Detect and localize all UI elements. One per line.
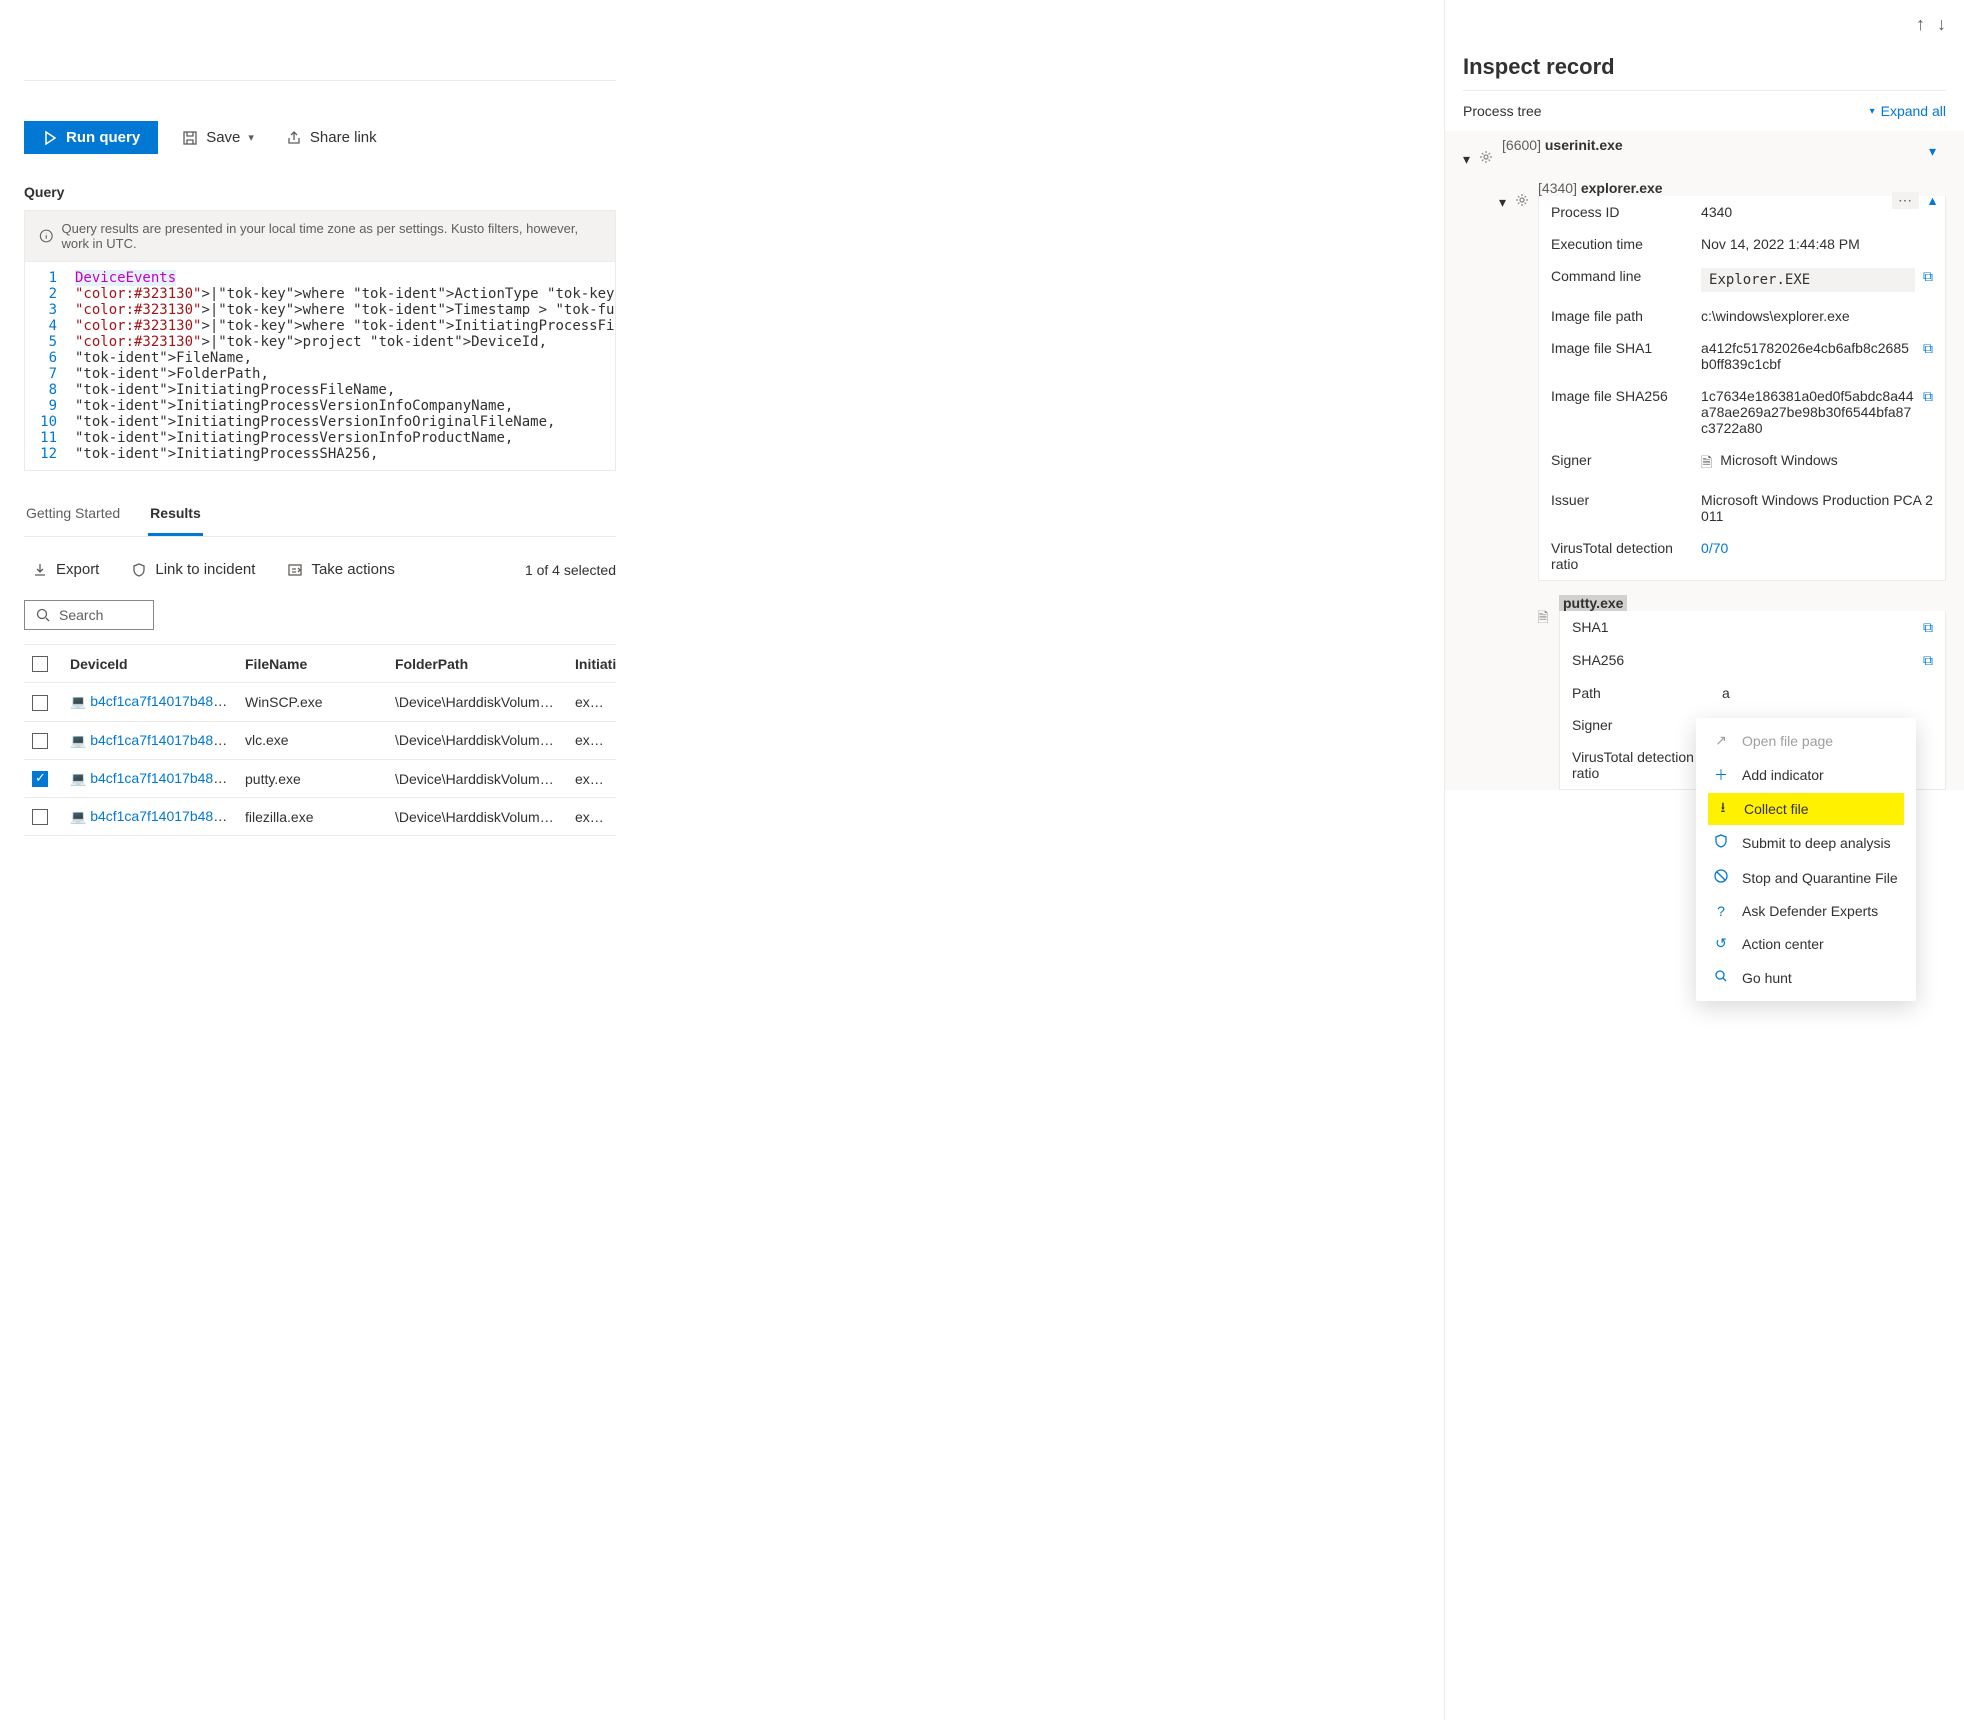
open-icon: ↗ <box>1712 732 1730 749</box>
page-icon: 🗎 <box>1701 452 1712 476</box>
menu-go-hunt[interactable]: Go hunt <box>1696 960 1916 995</box>
menu-open-file-page: ↗ Open file page <box>1696 724 1916 757</box>
device-link[interactable]: b4cf1ca7f14017b48c… <box>90 693 234 709</box>
col-folderpath[interactable]: FolderPath <box>387 645 567 683</box>
table-row[interactable]: 💻b4cf1ca7f14017b48c… WinSCP.exe \Device\… <box>24 683 616 721</box>
hunt-icon <box>1712 968 1730 987</box>
tree-caret[interactable]: ▾ <box>1463 151 1470 168</box>
query-label: Query <box>24 184 616 200</box>
chevron-down-icon: ▾ <box>248 131 254 144</box>
menu-submit-deep-analysis[interactable]: Submit to deep analysis <box>1696 825 1916 860</box>
file-icon: 🗎 <box>1535 607 1551 631</box>
gear-icon <box>1478 149 1494 165</box>
table-row[interactable]: 💻b4cf1ca7f14017b48c… filezilla.exe \Devi… <box>24 798 616 836</box>
section-process-tree: Process tree <box>1463 103 1542 119</box>
tree-caret[interactable]: ▾ <box>1499 194 1506 211</box>
history-icon: ↺ <box>1712 935 1730 952</box>
menu-collect-file[interactable]: ⭳ Collect file <box>1708 793 1904 825</box>
run-query-button[interactable]: Run query <box>24 121 158 154</box>
menu-ask-defender[interactable]: ? Ask Defender Experts <box>1696 895 1916 927</box>
block-icon <box>1712 868 1730 887</box>
prev-record-icon[interactable]: ↑ <box>1916 14 1925 35</box>
process-details-explorer: Process ID4340 Execution timeNov 14, 202… <box>1538 196 1946 581</box>
virustotal-link[interactable]: 0/70 <box>1701 540 1728 556</box>
results-toolbar: Export Link to incident Take actions 1 o… <box>24 555 616 630</box>
menu-action-center[interactable]: ↺ Action center <box>1696 927 1916 960</box>
col-deviceid[interactable]: DeviceId <box>62 645 237 683</box>
next-record-icon[interactable]: ↓ <box>1937 14 1946 35</box>
device-link[interactable]: b4cf1ca7f14017b48c… <box>90 770 234 786</box>
copy-icon[interactable]: ⧉ <box>1923 388 1933 405</box>
tab-getting-started[interactable]: Getting Started <box>24 493 122 536</box>
process-node-userinit[interactable]: [6600] userinit.exe ▾ <box>1502 137 1946 153</box>
table-row[interactable]: 💻b4cf1ca7f14017b48c… putty.exe \Device\H… <box>24 759 616 797</box>
shield-icon <box>131 562 147 578</box>
share-link-button[interactable]: Share link <box>278 123 385 152</box>
selection-count: 1 of 4 selected <box>525 562 616 578</box>
process-node-explorer[interactable]: [4340] explorer.exe ⋯ ▴ <box>1538 180 1946 196</box>
info-banner: Query results are presented in your loca… <box>24 210 616 262</box>
chevron-up-icon[interactable]: ▴ <box>1929 192 1936 209</box>
copy-icon[interactable]: ⧉ <box>1923 268 1933 285</box>
chevron-down-icon[interactable]: ▾ <box>1929 143 1936 160</box>
take-actions-button[interactable]: Take actions <box>279 555 402 584</box>
menu-add-indicator[interactable]: ＋ Add indicator <box>1696 757 1916 793</box>
row-checkbox[interactable] <box>32 771 48 787</box>
shield-icon <box>1712 833 1730 852</box>
result-tabs: Getting Started Results <box>24 493 616 537</box>
menu-stop-quarantine[interactable]: Stop and Quarantine File <box>1696 860 1916 895</box>
download-icon <box>32 562 48 578</box>
row-checkbox[interactable] <box>32 733 48 749</box>
device-icon: 💻 <box>70 771 86 786</box>
more-icon[interactable]: ⋯ <box>1892 192 1919 209</box>
results-table: DeviceId FileName FolderPath Initiati 💻 b… <box>24 644 616 836</box>
toolbar: Run query Save ▾ Share link <box>24 121 616 154</box>
tab-results[interactable]: Results <box>148 493 203 536</box>
device-icon: 💻 <box>70 809 86 824</box>
device-link[interactable]: b4cf1ca7f14017b48c… <box>90 808 234 824</box>
panel-title: Inspect record <box>1463 54 1946 80</box>
copy-icon[interactable]: ⧉ <box>1923 340 1933 357</box>
link-incident-button[interactable]: Link to incident <box>123 555 263 584</box>
row-checkbox[interactable] <box>32 695 48 711</box>
search-icon <box>35 607 51 623</box>
info-icon <box>39 228 54 244</box>
device-link[interactable]: b4cf1ca7f14017b48c… <box>90 732 234 748</box>
table-row[interactable]: 💻b4cf1ca7f14017b48c… vlc.exe \Device\Har… <box>24 721 616 759</box>
device-icon: 💻 <box>70 733 86 748</box>
search-input[interactable]: Search <box>24 600 154 630</box>
plus-icon: ＋ <box>1712 765 1730 785</box>
process-node-putty[interactable]: putty.exe ⋯ ▴ <box>1559 595 1946 611</box>
chevron-down-icon: ▾ <box>1870 106 1875 117</box>
gear-icon <box>1514 192 1530 208</box>
save-icon <box>182 130 198 146</box>
save-button[interactable]: Save ▾ <box>174 123 262 152</box>
play-icon <box>42 130 58 146</box>
download-icon: ⭳ <box>1714 797 1732 821</box>
share-icon <box>286 130 302 146</box>
copy-icon[interactable]: ⧉ <box>1923 619 1933 636</box>
help-icon: ? <box>1712 903 1730 919</box>
export-button[interactable]: Export <box>24 555 107 584</box>
col-initiating[interactable]: Initiati <box>567 645 616 683</box>
copy-icon[interactable]: ⧉ <box>1923 652 1933 669</box>
code-editor[interactable]: 1DeviceEvents2"color:#323130">| "tok-key… <box>24 262 616 471</box>
actions-icon <box>287 562 303 578</box>
col-filename[interactable]: FileName <box>237 645 387 683</box>
inspect-record-panel: ↑ ↓ Inspect record Process tree ▾ Expand… <box>1444 0 1964 1720</box>
row-checkbox[interactable] <box>32 809 48 825</box>
expand-all-button[interactable]: ▾ Expand all <box>1870 103 1946 119</box>
file-context-menu: ↗ Open file page ＋ Add indicator ⭳ Colle… <box>1696 718 1916 1001</box>
device-icon: 💻 <box>70 694 86 709</box>
select-all-header[interactable] <box>24 645 62 683</box>
